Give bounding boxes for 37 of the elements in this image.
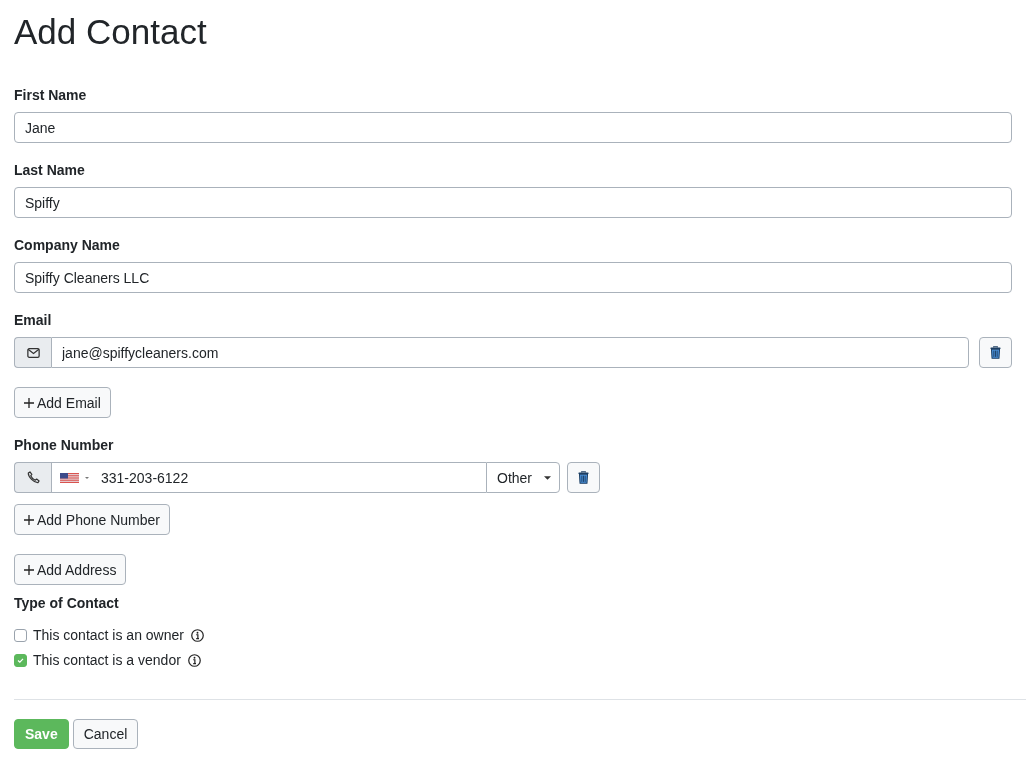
delete-button[interactable]: [567, 462, 600, 493]
checkbox-label: This contact is a vendor: [33, 651, 181, 670]
add-email-button[interactable]: Add Email: [14, 387, 111, 418]
country-picker[interactable]: [51, 462, 93, 493]
checkbox-label: This contact is an owner: [33, 626, 184, 645]
info-icon[interactable]: [190, 628, 204, 642]
plus-icon: [24, 397, 34, 408]
phone-icon: [26, 471, 40, 484]
text-input[interactable]: Spiffy: [14, 187, 1012, 218]
phone-input[interactable]: 331-203-6122: [93, 462, 486, 493]
caret-icon: [544, 475, 551, 480]
info-icon[interactable]: [187, 653, 201, 667]
add-address-button[interactable]: Add Address: [14, 554, 127, 585]
field-label: Phone Number: [14, 436, 114, 455]
field-label: Company Name: [14, 236, 120, 255]
plus-icon: [24, 514, 34, 525]
trash-icon: [578, 471, 589, 484]
email-input[interactable]: jane@spiffycleaners.com: [51, 337, 969, 368]
section-label: Type of Contact: [14, 594, 119, 613]
checkbox[interactable]: [14, 653, 27, 667]
trash-icon: [990, 346, 1001, 359]
text-input[interactable]: Spiffy Cleaners LLC: [14, 262, 1012, 293]
cancel-button[interactable]: Cancel: [72, 719, 139, 749]
plus-icon: [24, 564, 34, 575]
phone-type-select[interactable]: Other: [486, 462, 560, 493]
flag-icon: [60, 472, 79, 483]
field-label: First Name: [14, 86, 87, 105]
page-title: Add Contact: [14, 11, 207, 53]
field-label: Last Name: [14, 161, 85, 180]
field-label: Email: [14, 311, 52, 330]
checkbox[interactable]: [14, 628, 27, 642]
check-icon: [17, 657, 24, 663]
add-phone-button[interactable]: Add Phone Number: [14, 504, 170, 535]
text-input[interactable]: Jane: [14, 112, 1012, 143]
delete-button[interactable]: [979, 337, 1012, 368]
caret-icon: [85, 476, 89, 479]
envelope-icon: [26, 347, 40, 358]
